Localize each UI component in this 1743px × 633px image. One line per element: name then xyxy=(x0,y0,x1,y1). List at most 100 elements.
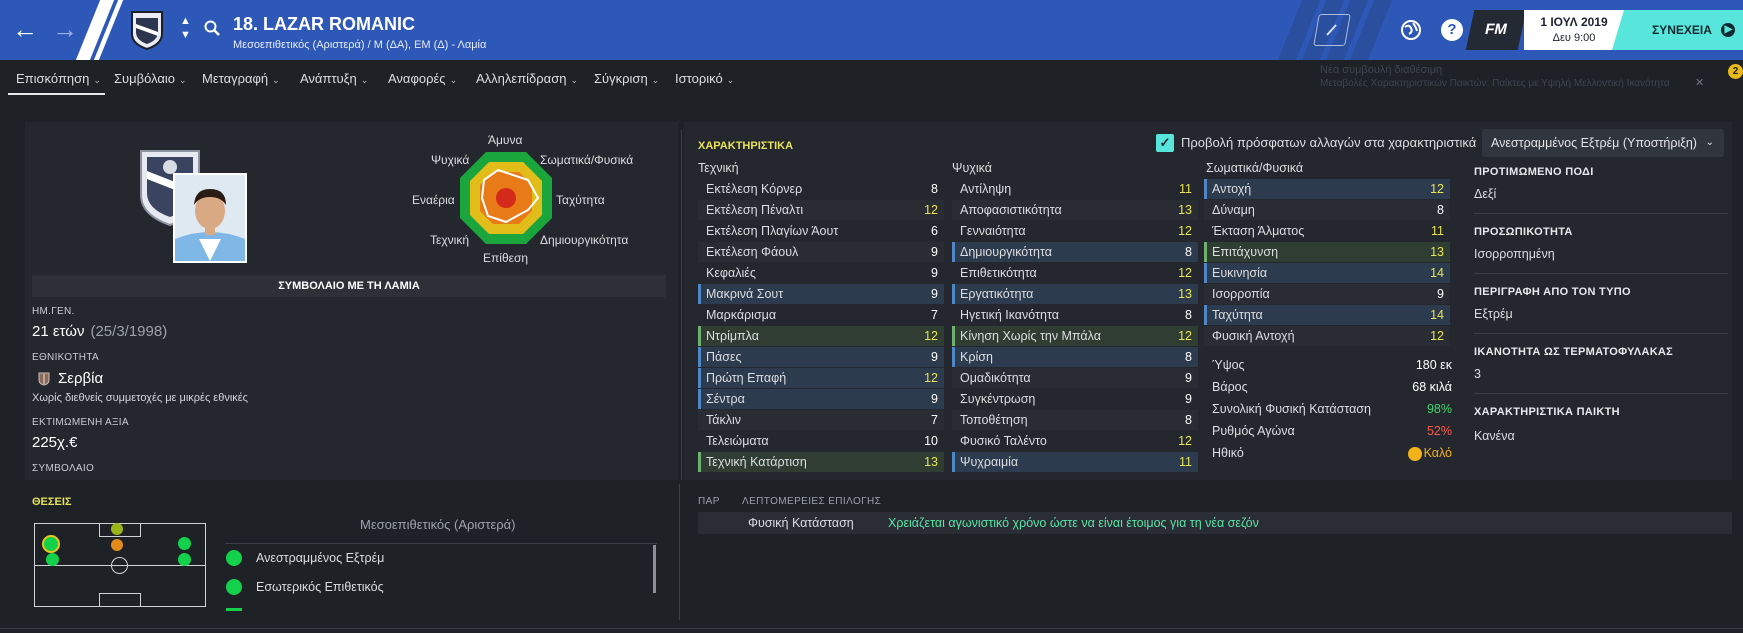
condition-value: 98% xyxy=(1426,402,1452,416)
attribute-row[interactable]: Εκτέλεση Πλαγίων Άουτ 6 xyxy=(698,221,944,241)
attribute-row[interactable]: Ευκινησία 14 xyxy=(1204,263,1450,283)
close-icon[interactable]: ✕ xyxy=(1695,76,1704,89)
attribute-row[interactable]: Δημιουργικότητα 8 xyxy=(952,242,1198,262)
tab-label: Ανάπτυξη xyxy=(300,71,357,86)
recent-changes-label[interactable]: Προβολή πρόσφατων αλλαγών στα χαρακτηρισ… xyxy=(1181,135,1476,150)
position-dot-amr xyxy=(178,537,191,550)
back-arrow-icon[interactable]: ← xyxy=(12,14,38,44)
attribute-name: Ηγετική Ικανότητα xyxy=(960,308,1059,322)
attribute-value: 12 xyxy=(1178,266,1192,280)
active-tab-indicator xyxy=(8,93,105,95)
attribute-row[interactable]: Ντρίμπλα 12 xyxy=(698,326,944,346)
estimated-value: 225χ.€ xyxy=(32,434,78,451)
attribute-row[interactable]: Πάσες 9 xyxy=(698,347,944,367)
scrollbar[interactable] xyxy=(653,545,656,593)
tab-transfer[interactable]: Μεταγραφή ⌄ xyxy=(202,71,280,86)
attribute-row[interactable]: Σέντρα 9 xyxy=(698,389,944,409)
attribute-name: Ψυχραιμία xyxy=(960,455,1019,469)
attribute-name: Εκτέλεση Κόρνερ xyxy=(706,182,803,196)
report-col-header: ΛΕΠΤΟΜΕΡΕΙΕΣ ΕΠΙΛΟΓΗΣ xyxy=(742,496,882,507)
attribute-row[interactable]: Αποφασιστικότητα 13 xyxy=(952,200,1198,220)
player-name: 18. LAZAR ROMANIC xyxy=(233,14,416,34)
attribute-value: 14 xyxy=(1430,308,1444,322)
globe-icon[interactable] xyxy=(1400,19,1422,41)
fm-menu-button[interactable]: FM xyxy=(1465,10,1527,50)
attribute-row[interactable]: Εκτέλεση Πέναλτι 12 xyxy=(698,200,944,220)
tab-comparison[interactable]: Σύγκριση ⌄ xyxy=(594,71,659,86)
help-icon[interactable]: ? xyxy=(1441,19,1463,41)
role-rating-dot xyxy=(226,550,242,566)
chevron-down-icon: ⌄ xyxy=(360,75,369,85)
attribute-row[interactable]: Επιθετικότητα 12 xyxy=(952,263,1198,283)
tab-contract[interactable]: Συμβόλαιο ⌄ xyxy=(114,71,187,86)
attribute-row[interactable]: Κίνηση Χωρίς την Μπάλα 12 xyxy=(952,326,1198,346)
attribute-row[interactable]: Μαρκάρισμα 7 xyxy=(698,305,944,325)
attribute-row[interactable]: Γενναιότητα 12 xyxy=(952,221,1198,241)
continue-button[interactable]: ΣΥΝΕΧΕΙΑ ▶ xyxy=(1612,10,1743,50)
attribute-row[interactable]: Κρίση 8 xyxy=(952,347,1198,367)
attribute-row[interactable]: Συγκέντρωση 9 xyxy=(952,389,1198,409)
attribute-value: 11 xyxy=(1431,224,1444,238)
attribute-row[interactable]: Ηγετική Ικανότητα 8 xyxy=(952,305,1198,325)
attribute-row[interactable]: Επιτάχυνση 13 xyxy=(1204,242,1450,262)
attribute-row[interactable]: Έκταση Άλματος 11 xyxy=(1204,221,1450,241)
attribute-row[interactable]: Μακρινά Σουτ 9 xyxy=(698,284,944,304)
attribute-row[interactable]: Εκτέλεση Φάουλ 9 xyxy=(698,242,944,262)
mental-header: Ψυχικά xyxy=(952,161,992,175)
attribute-row[interactable]: Πρώτη Επαφή 12 xyxy=(698,368,944,388)
attributes-title: ΧΑΡΑΚΤΗΡΙΣΤΙΚΑ xyxy=(698,140,794,152)
tip-notification[interactable]: Νέα συμβουλή διαθέσιμη Μεταβολές Χαρακτη… xyxy=(1320,64,1670,89)
attribute-value: 8 xyxy=(1437,203,1444,217)
attribute-name: Αντίληψη xyxy=(960,182,1012,196)
attribute-name: Επιτάχυνση xyxy=(1212,245,1279,259)
chevron-down-icon: ⌄ xyxy=(651,75,660,85)
attribute-name: Συγκέντρωση xyxy=(960,392,1036,406)
role-dropdown[interactable]: Ανεστραμμένος Εξτρέμ (Υποστήριξη) ⌄ xyxy=(1482,129,1724,157)
preferred-foot-label: ΠΡΟΤΙΜΩΜΕΝΟ ΠΟΔΙ xyxy=(1474,166,1594,178)
recent-changes-checkbox[interactable]: ✓ xyxy=(1156,134,1174,152)
report-col-header: ΠΑΡ xyxy=(698,496,720,507)
morale-icon xyxy=(1408,447,1422,461)
attribute-row[interactable]: Ομαδικότητα 9 xyxy=(952,368,1198,388)
attribute-row[interactable]: Αντίληψη 11 xyxy=(952,179,1198,199)
attribute-row[interactable]: Ταχύτητα 14 xyxy=(1204,305,1450,325)
player-switcher[interactable]: ▲ ▼ xyxy=(180,14,191,42)
morale-label: Ηθικό xyxy=(1212,446,1244,460)
attribute-value: 12 xyxy=(924,203,938,217)
radar-label-physical: Σωματικά/Φυσικά xyxy=(540,153,634,167)
attribute-row[interactable]: Τελειώματα 10 xyxy=(698,431,944,451)
attribute-value: 8 xyxy=(1185,308,1192,322)
position-dot-mc xyxy=(111,539,123,551)
attribute-row[interactable]: Φυσική Αντοχή 12 xyxy=(1204,326,1450,346)
forward-arrow-icon[interactable]: → xyxy=(52,14,78,44)
report-row: Φυσική Κατάσταση Χρειάζεται αγωνιστικό χ… xyxy=(698,512,1732,534)
attribute-row[interactable]: Δύναμη 8 xyxy=(1204,200,1450,220)
attribute-row[interactable]: Κεφαλιές 9 xyxy=(698,263,944,283)
tab-reports[interactable]: Αναφορές ⌄ xyxy=(388,71,457,86)
attribute-row[interactable]: Ψυχραιμία 11 xyxy=(952,452,1198,472)
attribute-row[interactable]: Φυσικό Ταλέντο 12 xyxy=(952,431,1198,451)
attribute-row[interactable]: Εκτέλεση Κόρνερ 8 xyxy=(698,179,944,199)
attribute-name: Τεχνική Κατάρτιση xyxy=(706,455,807,469)
condition-row: Συνολική Φυσική Κατάσταση 98% xyxy=(1212,398,1452,420)
tab-interaction[interactable]: Αλληλεπίδραση ⌄ xyxy=(476,71,578,86)
attribute-row[interactable]: Τοποθέτηση 8 xyxy=(952,410,1198,430)
attribute-row[interactable]: Εργατικότητα 13 xyxy=(952,284,1198,304)
weight-value: 68 κιλά xyxy=(1412,380,1452,394)
attribute-name: Τελειώματα xyxy=(706,434,769,448)
attribute-row[interactable]: Τεχνική Κατάρτιση 13 xyxy=(698,452,944,472)
condition-label: Συνολική Φυσική Κατάσταση xyxy=(1212,402,1371,416)
attribute-row[interactable]: Αντοχή 12 xyxy=(1204,179,1450,199)
attribute-name: Πρώτη Επαφή xyxy=(706,371,787,385)
search-icon[interactable] xyxy=(204,20,220,36)
tab-history[interactable]: Ιστορικό ⌄ xyxy=(675,71,734,86)
morale-value: Καλό xyxy=(1423,446,1452,460)
attribute-row[interactable]: Τάκλιν 7 xyxy=(698,410,944,430)
nationality-value[interactable]: Σερβία xyxy=(58,370,103,387)
tab-overview[interactable]: Επισκόπηση ⌄ xyxy=(16,71,101,86)
attribute-row[interactable]: Ισορροπία 9 xyxy=(1204,284,1450,304)
date-text: 1 ΙΟΥΛ 2019 xyxy=(1540,15,1608,29)
separator xyxy=(1474,333,1728,334)
tab-development[interactable]: Ανάπτυξη ⌄ xyxy=(300,71,368,86)
attribute-name: Κίνηση Χωρίς την Μπάλα xyxy=(960,329,1101,343)
